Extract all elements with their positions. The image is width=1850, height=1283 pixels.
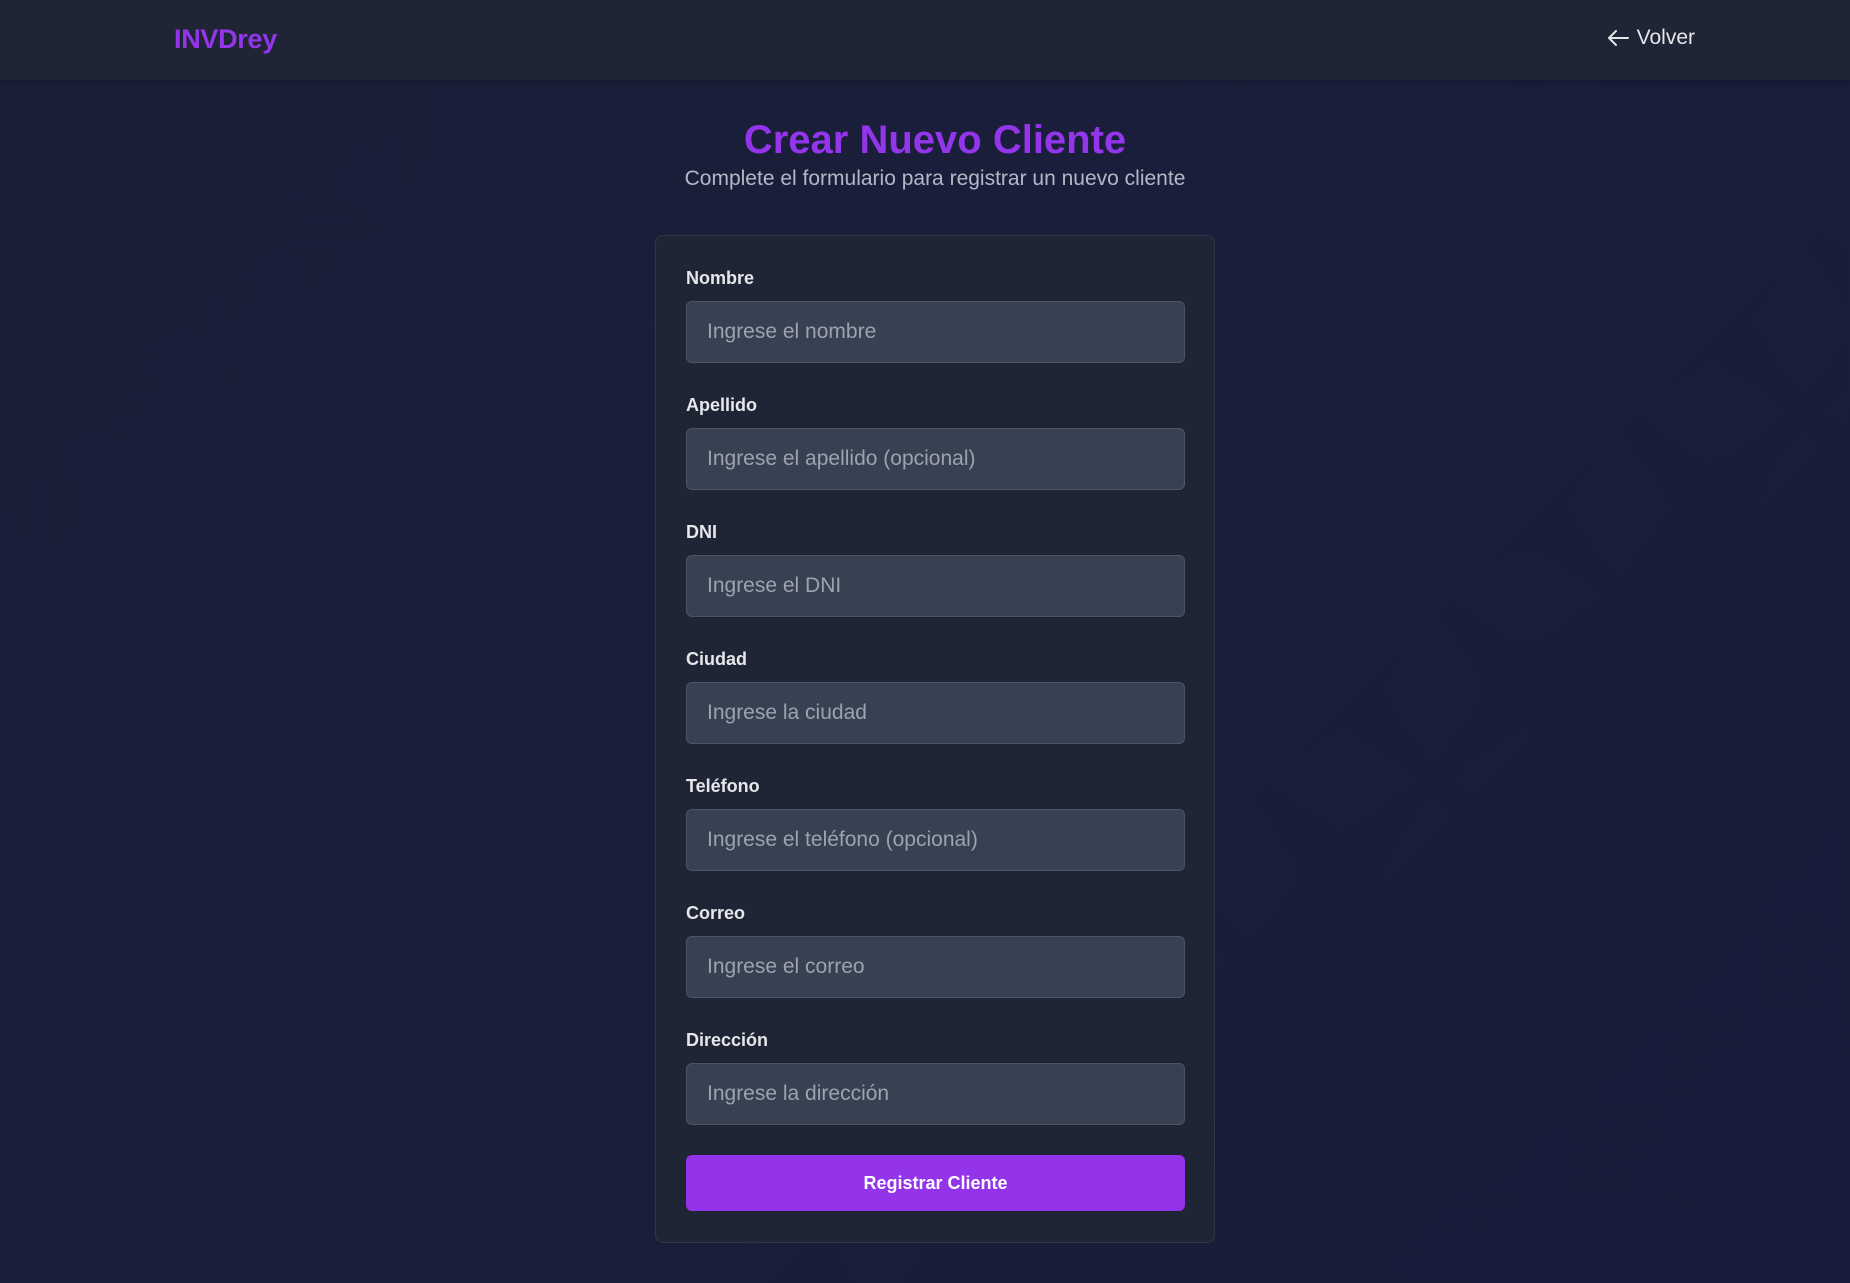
telefono-input[interactable] [686,809,1185,871]
direccion-input[interactable] [686,1063,1185,1125]
telefono-label: Teléfono [686,776,760,796]
correo-label: Correo [686,903,746,923]
correo-input[interactable] [686,936,1185,998]
nombre-label: Nombre [686,268,755,288]
dni-label: DNI [686,522,717,542]
back-button[interactable]: Volver [1607,26,1695,50]
ciudad-input[interactable] [686,682,1185,744]
ciudad-label: Ciudad [686,649,747,669]
arrow-left-icon [1607,29,1629,47]
client-form: Nombre Apellido DNI Ciudad Teléfono Corr… [655,235,1215,1243]
page-title: Crear Nuevo Cliente [743,118,1127,162]
apellido-input[interactable] [686,428,1185,490]
brand-logo[interactable]: INVDrey [174,24,277,55]
dni-input[interactable] [686,555,1185,617]
apellido-label: Apellido [686,395,757,415]
back-button-label: Volver [1636,26,1695,49]
page-subtitle: Complete el formulario para registrar un… [684,167,1186,190]
register-client-button[interactable]: Registrar Cliente [686,1155,1185,1211]
top-navbar: INVDrey Volver [0,0,1850,80]
direccion-label: Dirección [686,1030,769,1050]
nombre-input[interactable] [686,301,1185,363]
